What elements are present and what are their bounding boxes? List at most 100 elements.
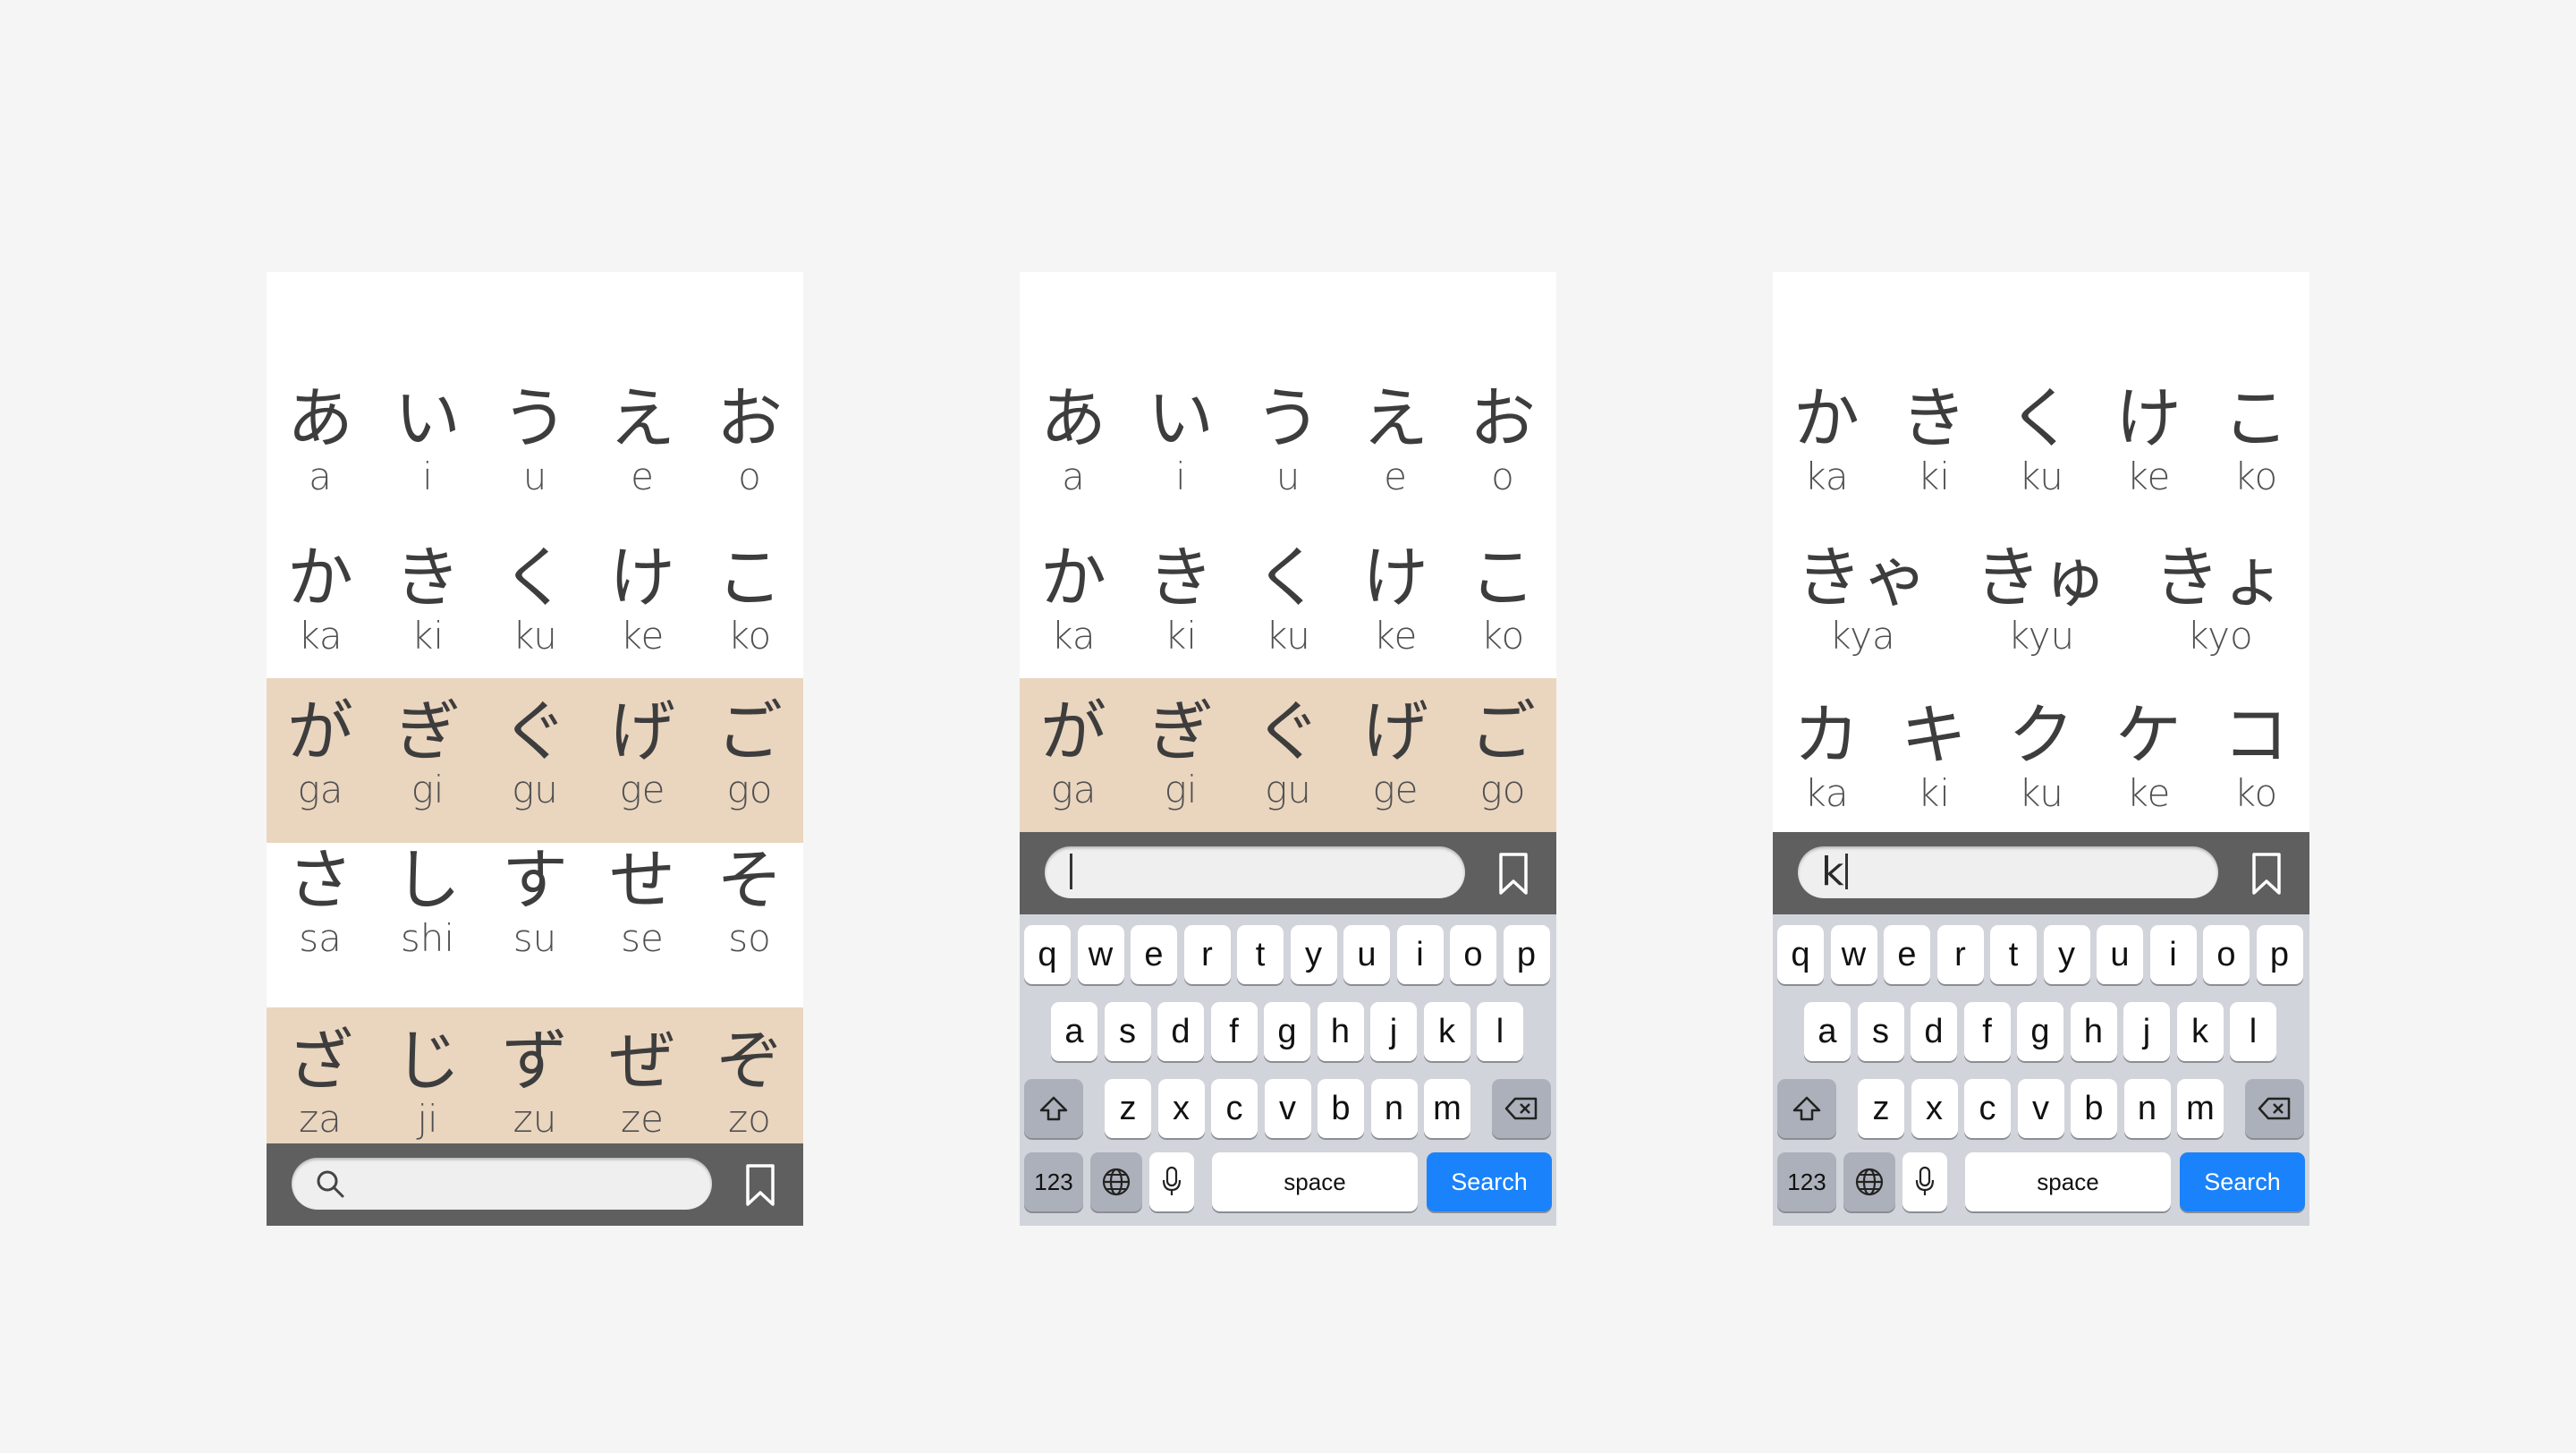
- kana-cell[interactable]: あa: [1023, 381, 1123, 497]
- kana-cell[interactable]: えe: [592, 381, 692, 497]
- key-d[interactable]: d: [1911, 1002, 1957, 1061]
- key-w[interactable]: w: [1077, 925, 1124, 984]
- kana-cell[interactable]: き ki: [1884, 381, 1984, 497]
- kana-cell[interactable]: こ ko: [699, 540, 800, 657]
- key-g[interactable]: g: [1264, 1002, 1310, 1061]
- key-s[interactable]: s: [1857, 1002, 1904, 1061]
- space-key[interactable]: space: [1965, 1152, 2171, 1211]
- key-c[interactable]: c: [1964, 1079, 2011, 1138]
- kana-cell[interactable]: ク ku: [1991, 698, 2091, 814]
- kana-cell[interactable]: ぎ gi: [377, 694, 478, 811]
- delete-key[interactable]: [2245, 1079, 2304, 1138]
- search-input[interactable]: [1045, 846, 1465, 898]
- key-p[interactable]: p: [2256, 925, 2303, 984]
- key-y[interactable]: y: [1290, 925, 1337, 984]
- key-y[interactable]: y: [2043, 925, 2090, 984]
- key-l[interactable]: l: [1477, 1002, 1523, 1061]
- key-v[interactable]: v: [2017, 1079, 2064, 1138]
- kana-cell[interactable]: うu: [1238, 381, 1338, 497]
- key-h[interactable]: h: [2070, 1002, 2117, 1061]
- kana-cell[interactable]: コ ko: [2206, 698, 2306, 814]
- kana-cell[interactable]: け ke: [2098, 381, 2199, 497]
- key-q[interactable]: q: [1777, 925, 1824, 984]
- shift-key[interactable]: [1777, 1079, 1836, 1138]
- key-o[interactable]: o: [1450, 925, 1496, 984]
- kana-cell[interactable]: ケ ke: [2098, 698, 2199, 814]
- kana-cell[interactable]: キ ki: [1884, 698, 1984, 814]
- kana-cell[interactable]: きゃ kya: [1796, 540, 1928, 657]
- kana-cell[interactable]: いi: [1131, 381, 1231, 497]
- key-w[interactable]: w: [1830, 925, 1877, 984]
- search-key[interactable]: Search: [2180, 1152, 2305, 1211]
- search-input[interactable]: [292, 1158, 712, 1210]
- kana-cell[interactable]: カ ka: [1776, 698, 1877, 814]
- search-input[interactable]: k: [1798, 846, 2218, 898]
- key-h[interactable]: h: [1317, 1002, 1364, 1061]
- kana-cell[interactable]: せ se: [592, 843, 692, 959]
- key-q[interactable]: q: [1024, 925, 1071, 984]
- kana-cell[interactable]: こ ko: [2206, 381, 2306, 497]
- key-j[interactable]: j: [2123, 1002, 2170, 1061]
- key-e[interactable]: e: [1131, 925, 1177, 984]
- key-a[interactable]: a: [1051, 1002, 1097, 1061]
- kana-cell[interactable]: ご go: [1453, 694, 1553, 811]
- kana-cell[interactable]: が ga: [1023, 694, 1123, 811]
- numbers-key[interactable]: 123: [1777, 1152, 1836, 1211]
- bookmark-icon[interactable]: [2250, 852, 2283, 896]
- key-n[interactable]: n: [1370, 1079, 1418, 1138]
- key-r[interactable]: r: [1183, 925, 1231, 984]
- key-k[interactable]: k: [2176, 1002, 2224, 1061]
- kana-cell[interactable]: か ka: [270, 540, 370, 657]
- key-o[interactable]: o: [2203, 925, 2250, 984]
- kana-cell[interactable]: か ka: [1776, 381, 1877, 497]
- kana-cell[interactable]: えe: [1345, 381, 1445, 497]
- kana-cell[interactable]: ご go: [699, 694, 800, 811]
- kana-cell[interactable]: おo: [1453, 381, 1553, 497]
- key-e[interactable]: e: [1884, 925, 1930, 984]
- key-s[interactable]: s: [1104, 1002, 1151, 1061]
- kana-cell[interactable]: き ki: [1131, 540, 1231, 657]
- key-i[interactable]: i: [2149, 925, 2197, 984]
- key-x[interactable]: x: [1157, 1079, 1205, 1138]
- key-m[interactable]: m: [2177, 1079, 2224, 1138]
- key-k[interactable]: k: [1423, 1002, 1470, 1061]
- microphone-key[interactable]: [1149, 1152, 1194, 1211]
- kana-cell[interactable]: きょ kyo: [2154, 540, 2286, 657]
- kana-cell[interactable]: が ga: [270, 694, 370, 811]
- key-j[interactable]: j: [1370, 1002, 1417, 1061]
- key-g[interactable]: g: [2017, 1002, 2063, 1061]
- key-z[interactable]: z: [1858, 1079, 1904, 1138]
- kana-cell[interactable]: く ku: [1238, 540, 1338, 657]
- kana-cell[interactable]: ぎ gi: [1131, 694, 1231, 811]
- kana-cell[interactable]: げ ge: [592, 694, 692, 811]
- kana-cell[interactable]: そ so: [699, 843, 800, 959]
- key-m[interactable]: m: [1424, 1079, 1470, 1138]
- kana-cell[interactable]: く ku: [1991, 381, 2091, 497]
- bookmark-icon[interactable]: [744, 1163, 776, 1208]
- kana-cell[interactable]: さ sa: [270, 843, 370, 959]
- kana-cell[interactable]: ぐ gu: [1238, 694, 1338, 811]
- key-f[interactable]: f: [1963, 1002, 2011, 1061]
- kana-cell[interactable]: げ ge: [1345, 694, 1445, 811]
- globe-key[interactable]: [1090, 1152, 1142, 1211]
- key-d[interactable]: d: [1157, 1002, 1204, 1061]
- key-l[interactable]: l: [2230, 1002, 2276, 1061]
- kana-cell[interactable]: し shi: [377, 843, 478, 959]
- key-z[interactable]: z: [1105, 1079, 1151, 1138]
- kana-cell[interactable]: おo: [699, 381, 800, 497]
- key-f[interactable]: f: [1210, 1002, 1258, 1061]
- search-key[interactable]: Search: [1427, 1152, 1552, 1211]
- kana-cell[interactable]: け ke: [592, 540, 692, 657]
- kana-cell[interactable]: いi: [377, 381, 478, 497]
- kana-cell[interactable]: ず zu: [485, 1024, 585, 1140]
- bookmark-icon[interactable]: [1497, 852, 1530, 896]
- globe-key[interactable]: [1843, 1152, 1895, 1211]
- key-v[interactable]: v: [1264, 1079, 1311, 1138]
- kana-cell[interactable]: ぞ zo: [699, 1024, 800, 1140]
- microphone-key[interactable]: [1902, 1152, 1947, 1211]
- key-i[interactable]: i: [1396, 925, 1444, 984]
- numbers-key[interactable]: 123: [1024, 1152, 1083, 1211]
- shift-key[interactable]: [1024, 1079, 1083, 1138]
- kana-cell[interactable]: き ki: [377, 540, 478, 657]
- kana-cell[interactable]: く ku: [485, 540, 585, 657]
